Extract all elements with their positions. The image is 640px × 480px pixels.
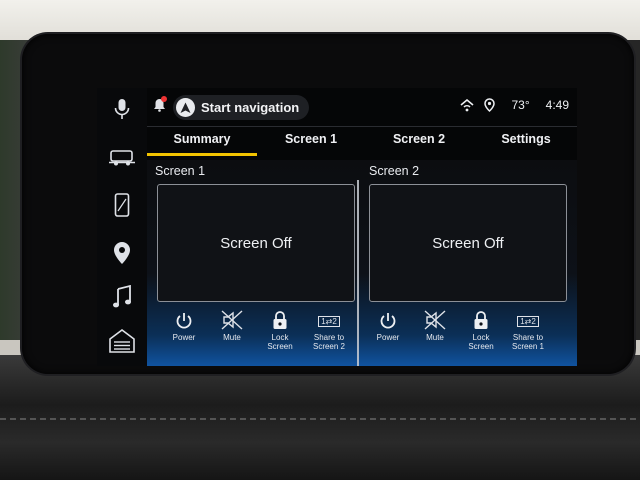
left-rail: [97, 88, 147, 366]
lock-icon: [260, 308, 300, 330]
lock-icon: [461, 308, 501, 330]
lock-screen-label: Lock Screen: [468, 333, 494, 351]
start-navigation-button[interactable]: Start navigation: [173, 95, 310, 120]
screen-2-share-button[interactable]: 1⇄2 Share to Screen 1: [505, 308, 551, 351]
power-label: Power: [376, 333, 400, 342]
vehicle-icon[interactable]: [109, 144, 135, 170]
power-icon: [164, 308, 204, 330]
garage-home-icon[interactable]: [109, 328, 135, 354]
phone-icon[interactable]: [109, 192, 135, 218]
wifi-hotspot-icon: [460, 98, 474, 112]
active-tab-indicator: [147, 153, 257, 156]
share-icon-glyph: 1⇄2: [318, 316, 340, 327]
microphone-icon[interactable]: [109, 96, 135, 122]
tab-bar: Summary Screen 1 Screen 2 Settings: [147, 126, 577, 158]
tab-summary[interactable]: Summary: [147, 132, 257, 146]
tab-screen-1[interactable]: Screen 1: [265, 132, 357, 146]
tab-settings[interactable]: Settings: [481, 132, 571, 146]
share-icon-glyph: 1⇄2: [517, 316, 539, 327]
start-navigation-label: Start navigation: [201, 100, 300, 115]
status-bar: Start navigation 73° 4:49: [147, 88, 577, 126]
screen-2-title: Screen 2: [369, 164, 420, 178]
mute-icon: [212, 308, 252, 330]
share-screen-icon: 1⇄2: [505, 308, 551, 330]
navigation-arrow-icon: [176, 98, 195, 117]
dashboard-stitching: [0, 418, 640, 420]
summary-content: Screen 1 Screen Off Power Mute Lock Scre…: [147, 160, 577, 366]
share-screen-icon: 1⇄2: [306, 308, 352, 330]
screen-1-title: Screen 1: [155, 164, 206, 178]
screen-1-mute-button[interactable]: Mute: [212, 308, 252, 342]
music-note-icon[interactable]: [109, 284, 135, 310]
location-pin-icon[interactable]: [109, 240, 135, 266]
mute-label: Mute: [426, 333, 444, 342]
mute-label: Mute: [223, 333, 241, 342]
screen-1-share-button[interactable]: 1⇄2 Share to Screen 2: [306, 308, 352, 351]
notification-dot: [161, 96, 167, 102]
screen-2-mute-button[interactable]: Mute: [415, 308, 455, 342]
screen-1-lock-button[interactable]: Lock Screen: [260, 308, 300, 351]
mute-icon: [415, 308, 455, 330]
panel-divider: [357, 180, 359, 366]
power-icon: [368, 308, 408, 330]
power-label: Power: [172, 333, 196, 342]
lock-screen-label: Lock Screen: [267, 333, 293, 351]
clock: 4:49: [545, 98, 569, 112]
screen-2-power-button[interactable]: Power: [368, 308, 408, 342]
infotainment-screen: Start navigation 73° 4:49 Summary Screen…: [97, 88, 577, 366]
temperature: 73°: [511, 98, 530, 112]
screen-1-power-button[interactable]: Power: [164, 308, 204, 342]
screen-2-lock-button[interactable]: Lock Screen: [461, 308, 501, 351]
share-label: Share to Screen 1: [511, 333, 545, 351]
location-icon: [484, 98, 496, 112]
screen-1-preview[interactable]: Screen Off: [157, 184, 355, 302]
tab-screen-2[interactable]: Screen 2: [373, 132, 465, 146]
status-indicators: 73° 4:49: [460, 98, 569, 112]
screen-2-preview[interactable]: Screen Off: [369, 184, 567, 302]
share-label: Share to Screen 2: [312, 333, 346, 351]
